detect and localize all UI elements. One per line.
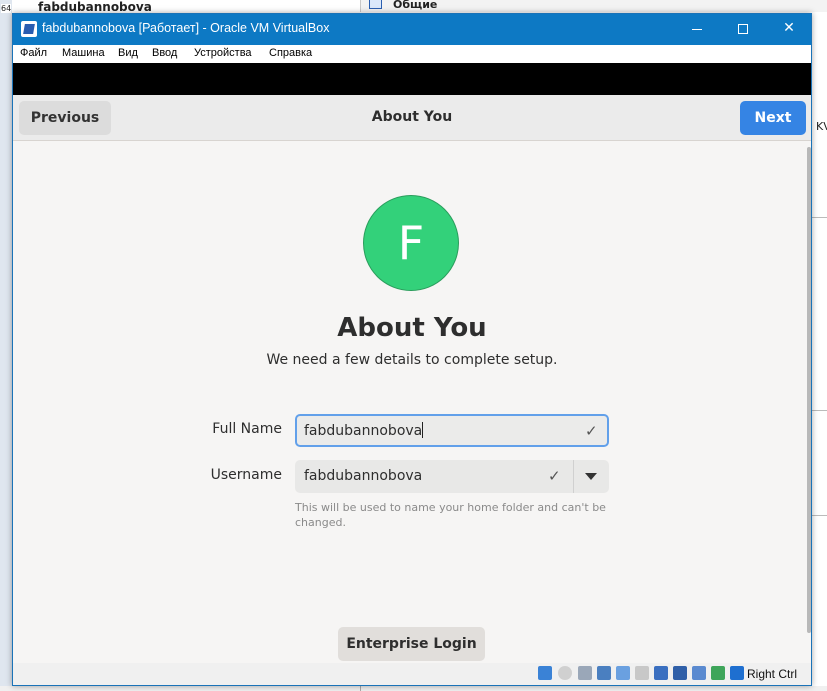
host-left-strip xyxy=(0,0,12,691)
menu-item-help[interactable]: Справка xyxy=(269,47,312,59)
display-icon[interactable] xyxy=(654,666,668,680)
full-name-label: Full Name xyxy=(212,421,282,437)
header-title: About You xyxy=(371,109,453,125)
close-button[interactable]: ✕ xyxy=(766,14,812,45)
menu-item-file[interactable]: Файл xyxy=(20,47,47,59)
optical-icon[interactable] xyxy=(558,666,572,680)
recording-icon[interactable] xyxy=(673,666,687,680)
disk-icon[interactable] xyxy=(538,666,552,680)
maximize-button[interactable] xyxy=(720,14,766,45)
enterprise-login-button[interactable]: Enterprise Login xyxy=(338,627,485,661)
menu-item-input[interactable]: Ввод xyxy=(152,47,177,59)
checkmark-icon: ✓ xyxy=(585,422,598,440)
host-right-edge xyxy=(812,40,827,690)
host-divider xyxy=(360,686,361,691)
username-hint: This will be used to name your home fold… xyxy=(295,501,606,529)
checkmark-icon: ✓ xyxy=(548,467,561,485)
status-bar: Right Ctrl xyxy=(13,663,811,685)
full-name-value: fabdubannobova xyxy=(304,422,424,439)
window-title: fabdubannobova [Работает] - Oracle VM Vi… xyxy=(42,21,330,35)
dropdown-arrow-icon[interactable] xyxy=(585,473,597,480)
minimize-button[interactable] xyxy=(674,14,720,45)
host-key-label: Right Ctrl xyxy=(747,667,798,681)
host-section-label: Общие xyxy=(393,0,438,11)
monitor-icon xyxy=(369,0,382,9)
combobox-separator xyxy=(573,460,574,493)
menu-item-machine[interactable]: Машина xyxy=(62,47,105,59)
virtualbox-icon xyxy=(21,21,37,37)
cpu-icon[interactable] xyxy=(692,666,706,680)
audio-icon[interactable] xyxy=(578,666,592,680)
host-edge-text: KV xyxy=(816,120,827,133)
maximize-icon xyxy=(738,24,748,34)
host-divider xyxy=(812,410,827,411)
text-caret xyxy=(422,422,424,438)
keyboard-icon[interactable] xyxy=(730,666,744,680)
network-icon[interactable] xyxy=(597,666,611,680)
close-icon: ✕ xyxy=(783,20,795,36)
virtualization-icon[interactable] xyxy=(711,666,725,680)
full-name-field[interactable]: fabdubannobova ✓ xyxy=(295,414,609,447)
username-combobox[interactable]: fabdubannobova ✓ xyxy=(295,460,609,493)
guest-top-bar xyxy=(13,63,811,95)
minimize-icon xyxy=(692,29,702,30)
virtualbox-window: fabdubannobova [Работает] - Oracle VM Vi… xyxy=(12,13,812,686)
host-divider xyxy=(812,515,827,516)
usb-icon[interactable] xyxy=(616,666,630,680)
guest-screen[interactable]: Previous About You Next F About You We n… xyxy=(13,95,811,667)
host-bottom-strip xyxy=(0,686,827,691)
host-badge: 64 xyxy=(1,4,12,13)
next-button[interactable]: Next xyxy=(740,101,806,135)
username-label: Username xyxy=(210,467,282,483)
host-divider xyxy=(812,217,827,218)
host-vm-title: fabdubannobova xyxy=(38,0,152,14)
page-title: About You xyxy=(337,313,487,343)
menu-item-view[interactable]: Вид xyxy=(118,47,138,59)
menu-bar: Файл Машина Вид Ввод Устройства Справка xyxy=(13,45,811,63)
menu-item-devices[interactable]: Устройства xyxy=(194,47,252,59)
header-bar: Previous About You Next xyxy=(13,95,811,141)
shared-folder-icon[interactable] xyxy=(635,666,649,680)
avatar[interactable]: F xyxy=(363,195,459,291)
username-value: fabdubannobova xyxy=(304,468,423,484)
window-titlebar[interactable]: fabdubannobova [Работает] - Oracle VM Vi… xyxy=(13,14,811,45)
page-subtitle: We need a few details to complete setup. xyxy=(266,352,558,368)
scrollbar[interactable] xyxy=(807,147,811,633)
